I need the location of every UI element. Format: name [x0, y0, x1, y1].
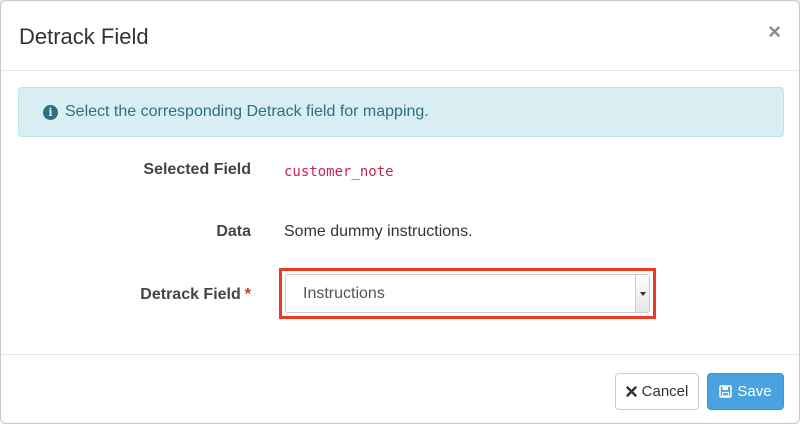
info-alert: i Select the corresponding Detrack field… — [18, 87, 784, 137]
required-marker: * — [244, 286, 251, 303]
selected-field-label: Selected Field — [143, 161, 251, 178]
detrack-field-select[interactable]: Instructions — [285, 274, 650, 313]
detrack-field-modal: Detrack Field × i Select the correspondi… — [0, 0, 800, 424]
modal-title: Detrack Field — [19, 24, 149, 49]
info-circle-icon: i — [43, 104, 58, 120]
save-button[interactable]: Save — [707, 373, 784, 410]
modal-footer: Cancel Save — [1, 354, 799, 424]
detrack-field-label-text: Detrack Field — [140, 286, 241, 303]
detrack-field-selected-value: Instructions — [303, 285, 385, 302]
modal-header: Detrack Field × — [1, 1, 799, 71]
selected-field-value: customer_note — [284, 164, 394, 180]
select-highlight-box: Instructions — [279, 268, 656, 319]
cancel-button[interactable]: Cancel — [615, 373, 699, 410]
floppy-disk-icon — [719, 385, 733, 398]
detrack-field-label: Detrack Field * — [140, 286, 251, 304]
dropdown-arrow-icon[interactable] — [635, 275, 649, 312]
close-button[interactable]: × — [768, 21, 781, 43]
cancel-label: Cancel — [641, 383, 689, 400]
data-value: Some dummy instructions. — [284, 223, 473, 240]
times-icon — [625, 386, 637, 397]
alert-text: Select the corresponding Detrack field f… — [65, 103, 429, 120]
save-label: Save — [737, 383, 772, 400]
data-label: Data — [216, 223, 251, 240]
